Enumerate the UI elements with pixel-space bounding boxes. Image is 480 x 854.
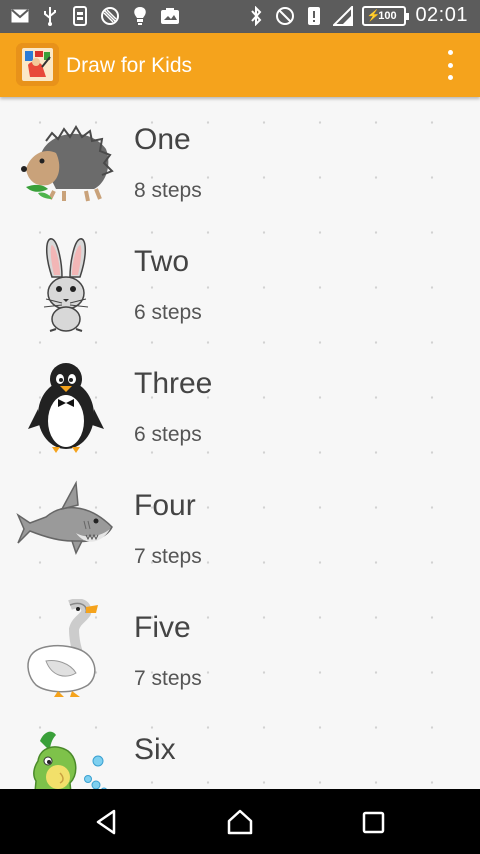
blocked-icon: [100, 6, 120, 26]
gmail-icon: [10, 6, 30, 26]
list-item[interactable]: Four 7 steps: [0, 463, 480, 585]
system-icons: ⚡ 100 02:01: [246, 4, 468, 27]
lesson-steps: 7 steps: [134, 545, 202, 568]
list-item[interactable]: Two 6 steps: [0, 219, 480, 341]
bulb-icon: [130, 6, 150, 26]
list-item[interactable]: One 8 steps: [0, 97, 480, 219]
battery-level: 100: [378, 9, 397, 22]
sim-toolkit-icon: [70, 6, 90, 26]
lesson-steps: 6 steps: [134, 423, 202, 446]
list-item[interactable]: Five 7 steps: [0, 585, 480, 707]
charging-bolt-icon: ⚡: [366, 9, 381, 22]
lesson-list[interactable]: One 8 steps Two 6 steps Three 6 steps Fo…: [0, 97, 480, 789]
usb-icon: [40, 6, 60, 26]
status-bar: ⚡ 100 02:01: [0, 0, 480, 33]
overflow-menu-icon: [447, 50, 453, 55]
lesson-title: Four: [134, 489, 196, 522]
back-icon: [96, 809, 116, 835]
lesson-title: Two: [134, 245, 190, 278]
lesson-title: Six: [134, 733, 176, 766]
list-item[interactable]: Three 6 steps: [0, 341, 480, 463]
overflow-menu-button[interactable]: [444, 50, 456, 80]
list-item[interactable]: Six: [0, 707, 480, 789]
lesson-title: One: [134, 123, 191, 156]
shark-drawing-icon: [16, 477, 116, 577]
silent-icon: [304, 6, 324, 26]
home-icon: [227, 809, 253, 835]
fish-drawing-icon: [16, 721, 116, 789]
lesson-steps: 6 steps: [134, 301, 202, 324]
lesson-steps: 8 steps: [134, 179, 202, 202]
recents-button[interactable]: [358, 807, 388, 837]
app-bar: Draw for Kids: [0, 33, 480, 97]
do-not-disturb-icon: [275, 6, 295, 26]
lesson-title: Three: [134, 367, 213, 400]
home-button[interactable]: [225, 807, 255, 837]
hedgehog-drawing-icon: [16, 111, 116, 211]
notification-icons: [10, 6, 180, 26]
signal-icon: [333, 5, 354, 26]
bluetooth-icon: [246, 5, 266, 26]
recents-icon: [362, 811, 385, 834]
goose-drawing-icon: [16, 598, 116, 699]
app-logo-icon: [16, 43, 59, 86]
app-title: Draw for Kids: [66, 54, 193, 77]
rabbit-drawing-icon: [16, 233, 116, 333]
penguin-drawing-icon: [16, 355, 116, 455]
back-button[interactable]: [92, 807, 122, 837]
navigation-bar: [0, 789, 480, 854]
battery-charging-icon: ⚡ 100: [362, 5, 410, 26]
lesson-steps: 7 steps: [134, 667, 202, 690]
photo-icon: [160, 6, 180, 26]
clock: 02:01: [415, 4, 468, 26]
lesson-title: Five: [134, 611, 191, 644]
